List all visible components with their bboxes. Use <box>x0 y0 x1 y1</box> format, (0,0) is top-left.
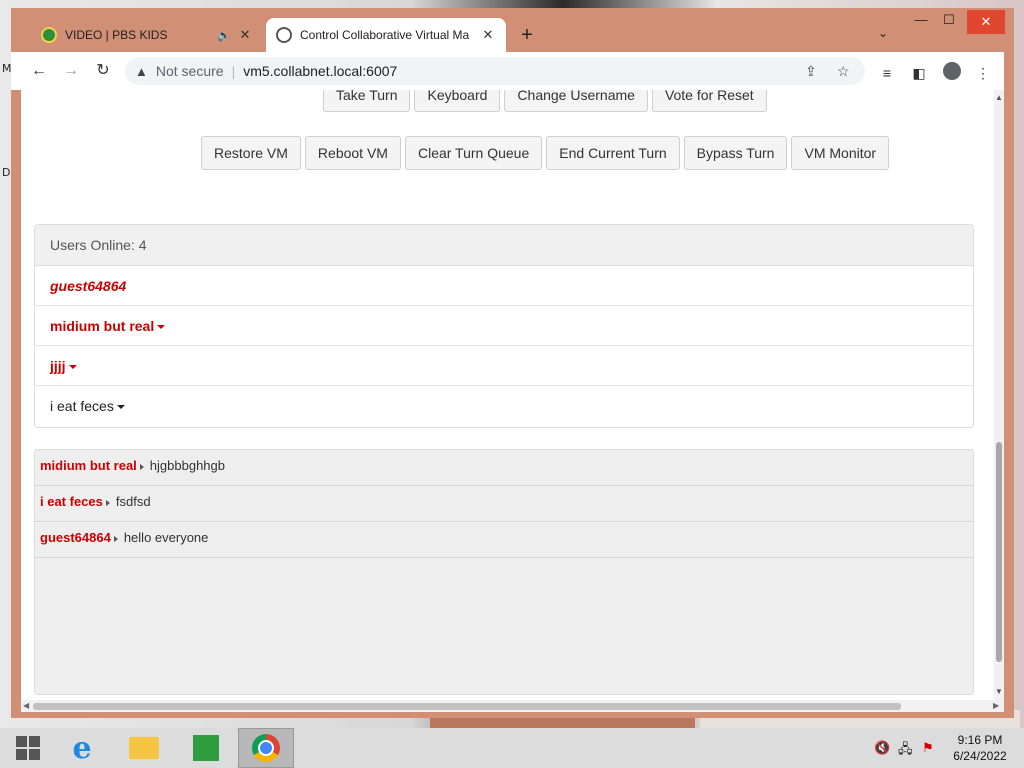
security-status[interactable]: Not secure <box>156 63 224 79</box>
clock-time: 9:16 PM <box>957 733 1003 747</box>
forward-arrow-icon[interactable]: → <box>61 61 81 81</box>
address-bar[interactable]: ▲ Not secure | vm5.collabnet.local:6007 … <box>125 57 865 85</box>
users-online-header: Users Online: 4 <box>35 225 973 266</box>
bookmark-star-icon[interactable]: ☆ <box>837 63 850 80</box>
keyboard-button[interactable]: Keyboard <box>414 90 501 112</box>
chat-username: i eat feces <box>40 494 103 509</box>
chat-username: midium but real <box>40 458 137 473</box>
desktop-icon-label: D <box>2 166 11 179</box>
browser-window: VIDEO | PBS KIDS 🔈 ✕ Control Collaborati… <box>11 8 1014 718</box>
folder-icon <box>129 737 159 759</box>
store-taskbar-button[interactable] <box>178 728 234 768</box>
caret-down-icon[interactable] <box>68 365 77 370</box>
chat-text: hjgbbbghhgb <box>149 458 225 473</box>
browser-toolbar: ← → ↻ ▲ Not secure | vm5.collabnet.local… <box>11 52 1004 90</box>
taskbar: e 🔇 🖧 ⚑ 9:16 PM 6/24/2022 <box>0 728 1024 768</box>
reboot-vm-button[interactable]: Reboot VM <box>304 136 401 170</box>
network-icon[interactable]: 🖧 <box>898 740 913 762</box>
vertical-scroll-thumb[interactable] <box>996 442 1002 662</box>
chat-username: guest64864 <box>40 530 111 545</box>
share-icon[interactable]: ⇪ <box>805 63 817 80</box>
scroll-left-arrow-icon[interactable]: ◀ <box>23 701 29 710</box>
horizontal-scrollbar[interactable]: ◀ ▶ <box>21 700 1004 712</box>
tab-strip: VIDEO | PBS KIDS 🔈 ✕ Control Collaborati… <box>11 8 1014 52</box>
caret-down-icon[interactable] <box>116 405 125 410</box>
chat-message: midium but real hjgbbbghhgb <box>35 450 973 486</box>
horizontal-scroll-thumb[interactable] <box>33 703 901 710</box>
speaker-icon[interactable]: 🔈 <box>217 29 231 42</box>
username[interactable]: jjjj <box>50 358 66 374</box>
vertical-scrollbar[interactable]: ▲ ▼ <box>994 90 1004 700</box>
url-text[interactable]: vm5.collabnet.local:6007 <box>243 63 397 79</box>
restore-vm-button[interactable]: Restore VM <box>201 136 301 170</box>
user-row[interactable]: jjjj <box>35 346 973 386</box>
user-row[interactable]: guest64864 <box>35 266 973 306</box>
tab-search-chevron-icon[interactable]: ⌄ <box>878 26 888 40</box>
scroll-down-arrow-icon[interactable]: ▼ <box>995 687 1003 696</box>
tab-collabvm[interactable]: Control Collaborative Virtual Ma ✕ <box>266 18 506 52</box>
chat-message: guest64864 hello everyone <box>35 522 973 558</box>
users-online-panel: Users Online: 4 guest64864 midium but re… <box>34 224 974 428</box>
arrow-right-icon <box>105 499 110 506</box>
reload-icon[interactable]: ↻ <box>93 61 113 81</box>
side-panel-icon[interactable]: ◧ <box>909 65 929 82</box>
close-tab-icon[interactable]: ✕ <box>237 27 253 43</box>
change-username-button[interactable]: Change Username <box>504 90 648 112</box>
tab-title: VIDEO | PBS KIDS <box>65 28 168 42</box>
windows-logo-icon <box>16 736 40 760</box>
chat-text: fsdfsd <box>115 494 151 509</box>
file-explorer-taskbar-button[interactable] <box>116 728 172 768</box>
internet-explorer-taskbar-button[interactable]: e <box>54 728 110 768</box>
vote-for-reset-button[interactable]: Vote for Reset <box>651 90 767 112</box>
menu-kebab-icon[interactable]: ⋮ <box>973 65 993 82</box>
clock-date: 6/24/2022 <box>953 749 1007 763</box>
minimize-button[interactable]: — <box>907 12 935 27</box>
end-current-turn-button[interactable]: End Current Turn <box>546 136 680 170</box>
caret-down-icon[interactable] <box>157 325 166 330</box>
start-button[interactable] <box>0 728 56 768</box>
action-center-icon[interactable]: ⚑ <box>922 740 934 756</box>
close-window-button[interactable]: ✕ <box>967 10 1005 34</box>
tab-title: Control Collaborative Virtual Ma <box>300 28 470 42</box>
profile-avatar-icon[interactable] <box>943 62 961 80</box>
internet-explorer-icon: e <box>72 730 92 766</box>
chrome-taskbar-button[interactable] <box>238 728 294 768</box>
new-tab-button[interactable]: + <box>517 24 537 46</box>
username[interactable]: midium but real <box>50 318 154 334</box>
store-icon <box>193 735 219 761</box>
arrow-right-icon <box>139 463 144 470</box>
bypass-turn-button[interactable]: Bypass Turn <box>683 136 788 170</box>
username[interactable]: i eat feces <box>50 398 114 414</box>
globe-icon <box>276 27 292 43</box>
chat-log: midium but real hjgbbbghhgb i eat feces fs… <box>34 449 974 695</box>
user-row[interactable]: midium but real <box>35 306 973 346</box>
close-tab-icon[interactable]: ✕ <box>480 27 496 43</box>
chat-message: i eat feces fsdfsd <box>35 486 973 522</box>
chrome-icon <box>252 734 280 762</box>
volume-muted-icon[interactable]: 🔇 <box>874 740 890 756</box>
user-row[interactable]: i eat feces <box>35 386 973 426</box>
vm-monitor-button[interactable]: VM Monitor <box>791 136 890 170</box>
pbs-kids-favicon-icon <box>41 27 57 43</box>
chat-text: hello everyone <box>123 530 209 545</box>
maximize-button[interactable]: ☐ <box>935 12 963 28</box>
reading-list-icon[interactable]: ≡ <box>877 65 897 81</box>
take-turn-button[interactable]: Take Turn <box>323 90 411 112</box>
clear-turn-queue-button[interactable]: Clear Turn Queue <box>404 136 543 170</box>
arrow-right-icon <box>113 535 118 542</box>
back-arrow-icon[interactable]: ← <box>29 61 49 81</box>
admin-controls-row: Restore VM Reboot VM Clear Turn Queue En… <box>201 136 890 170</box>
warning-triangle-icon[interactable]: ▲ <box>135 64 148 79</box>
tab-pbs-kids[interactable]: VIDEO | PBS KIDS 🔈 ✕ <box>31 18 263 52</box>
address-separator: | <box>231 63 236 79</box>
turn-controls-row: Take Turn Keyboard Change Username Vote … <box>323 90 767 112</box>
username[interactable]: guest64864 <box>50 278 126 294</box>
page-viewport: Take Turn Keyboard Change Username Vote … <box>21 90 1004 700</box>
taskbar-clock[interactable]: 9:16 PM 6/24/2022 <box>944 732 1016 764</box>
scroll-right-arrow-icon[interactable]: ▶ <box>993 701 999 710</box>
scroll-up-arrow-icon[interactable]: ▲ <box>995 93 1003 102</box>
